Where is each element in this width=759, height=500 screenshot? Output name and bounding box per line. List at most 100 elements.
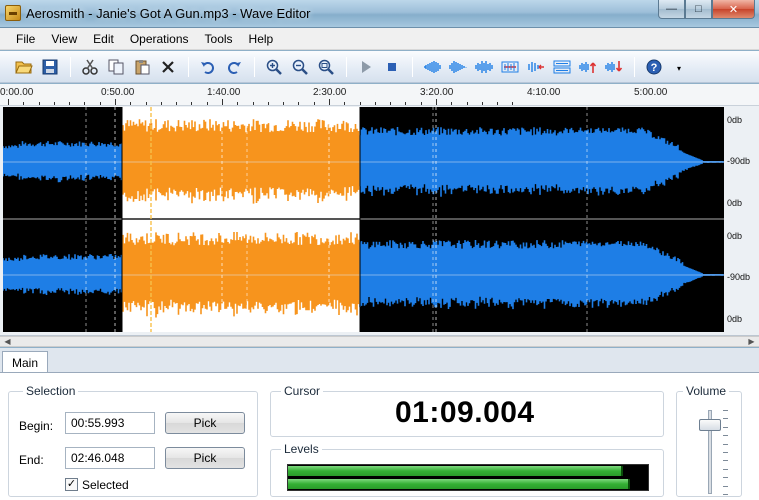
db-label: -90db	[727, 156, 751, 166]
app-icon[interactable]	[5, 5, 21, 21]
levels-group-title: Levels	[281, 442, 322, 456]
volume-tick	[723, 477, 728, 479]
fade-in-icon[interactable]	[422, 57, 442, 77]
tick-mark	[69, 102, 71, 105]
volume-tick	[723, 410, 728, 411]
menu-file[interactable]: File	[8, 28, 43, 50]
window-controls: — □ ✕	[658, 0, 755, 19]
tick-mark	[252, 102, 254, 105]
end-pick-button[interactable]: Pick	[165, 447, 245, 469]
tick-mark	[84, 102, 86, 105]
save-icon[interactable]	[40, 57, 60, 77]
menu-bar: File View Edit Operations Tools Help	[0, 28, 759, 50]
tick-label: 2:30.00	[313, 87, 347, 98]
volume-tick	[723, 494, 728, 495]
timeline-ruler[interactable]: 0:00.00 0:50.00 1:40.00 2:30.00 3:20.00 …	[0, 84, 759, 106]
tick-mark	[436, 99, 437, 105]
delete-icon[interactable]	[158, 57, 178, 77]
fade-out-icon[interactable]	[448, 57, 468, 77]
tab-main[interactable]: Main	[2, 351, 48, 373]
channel-2-waveform	[3, 240, 724, 310]
volume-tick	[723, 426, 728, 428]
toolbar-separator	[70, 57, 71, 77]
selection-group-title: Selection	[23, 384, 79, 398]
db-label: 0db	[727, 198, 743, 208]
menu-help[interactable]: Help	[241, 28, 282, 50]
tick-mark	[405, 102, 407, 105]
toolbar-separator	[188, 57, 189, 77]
tick-label: 1:40.00	[207, 87, 241, 98]
tick-mark	[344, 102, 346, 105]
volume-tick	[723, 485, 728, 487]
begin-field[interactable]	[65, 412, 155, 434]
selection-group: Selection Begin: Pick End: Pick ✓ Select…	[8, 384, 258, 497]
tick-mark	[53, 102, 55, 105]
redo-icon[interactable]	[224, 57, 244, 77]
stop-icon[interactable]	[382, 57, 402, 77]
normalize-icon[interactable]	[474, 57, 494, 77]
minimize-button[interactable]: —	[658, 0, 685, 19]
toolbar: ? ▾	[0, 51, 759, 83]
tick-mark	[420, 102, 422, 105]
volume-up-icon[interactable]	[578, 57, 598, 77]
waveform-view[interactable]: 0:00.00 0:50.00 1:40.00 2:30.00 3:20.00 …	[0, 84, 759, 336]
selected-checkbox[interactable]: ✓	[65, 478, 78, 491]
tick-mark	[451, 102, 453, 105]
menu-operations[interactable]: Operations	[122, 28, 197, 50]
volume-tick	[723, 460, 728, 462]
tick-mark	[176, 102, 178, 105]
cursor-group: Cursor 01:09.004	[270, 384, 664, 437]
end-field[interactable]	[65, 447, 155, 469]
volume-down-icon[interactable]	[604, 57, 624, 77]
tick-mark	[191, 102, 193, 105]
menu-tools[interactable]: Tools	[197, 28, 241, 50]
toolbar-separator	[346, 57, 347, 77]
tab-bar: Main	[0, 348, 759, 373]
zoom-out-icon[interactable]	[290, 57, 310, 77]
tick-mark	[206, 102, 208, 105]
tick-mark	[145, 102, 147, 105]
level-bar-right	[288, 479, 630, 489]
tick-mark	[313, 102, 315, 105]
toolbar-overflow-icon[interactable]: ▾	[674, 63, 684, 73]
horizontal-scrollbar[interactable]: ◀ ▶	[0, 336, 759, 347]
play-icon[interactable]	[356, 57, 376, 77]
tick-mark	[481, 102, 483, 105]
begin-pick-button[interactable]: Pick	[165, 412, 245, 434]
tick-label: 4:10.00	[527, 87, 561, 98]
tick-mark	[237, 102, 239, 105]
db-label: 0db	[727, 231, 743, 241]
silence-icon[interactable]	[500, 57, 520, 77]
channel-1-selected-waveform	[122, 119, 360, 204]
scroll-left-icon[interactable]: ◀	[2, 336, 13, 347]
volume-group: Volume	[676, 384, 742, 497]
title-bar: Aerosmith - Janie's Got A Gun.mp3 - Wave…	[0, 0, 759, 28]
swap-channels-icon[interactable]	[552, 57, 572, 77]
reverse-icon[interactable]	[526, 57, 546, 77]
tick-mark	[99, 102, 101, 105]
selected-label: Selected	[82, 478, 129, 492]
help-icon[interactable]: ?	[644, 57, 664, 77]
copy-icon[interactable]	[106, 57, 126, 77]
cursor-group-title: Cursor	[281, 384, 324, 398]
levels-group: Levels	[270, 442, 664, 497]
maximize-button[interactable]: □	[685, 0, 712, 19]
tick-mark	[466, 102, 468, 105]
menu-edit[interactable]: Edit	[85, 28, 122, 50]
cut-icon[interactable]	[80, 57, 100, 77]
menu-view[interactable]: View	[43, 28, 85, 50]
tick-mark	[38, 102, 40, 105]
waveform-canvas[interactable]	[3, 107, 724, 332]
volume-tick	[723, 418, 728, 420]
zoom-selection-icon[interactable]	[316, 57, 336, 77]
scroll-right-icon[interactable]: ▶	[746, 336, 757, 347]
volume-slider-thumb[interactable]	[699, 418, 721, 431]
open-folder-icon[interactable]	[14, 57, 34, 77]
tick-mark	[497, 102, 499, 105]
undo-icon[interactable]	[198, 57, 218, 77]
tick-label: 5:00.00	[634, 87, 668, 98]
paste-icon[interactable]	[132, 57, 152, 77]
tick-mark	[283, 102, 285, 105]
zoom-in-icon[interactable]	[264, 57, 284, 77]
close-button[interactable]: ✕	[712, 0, 755, 19]
